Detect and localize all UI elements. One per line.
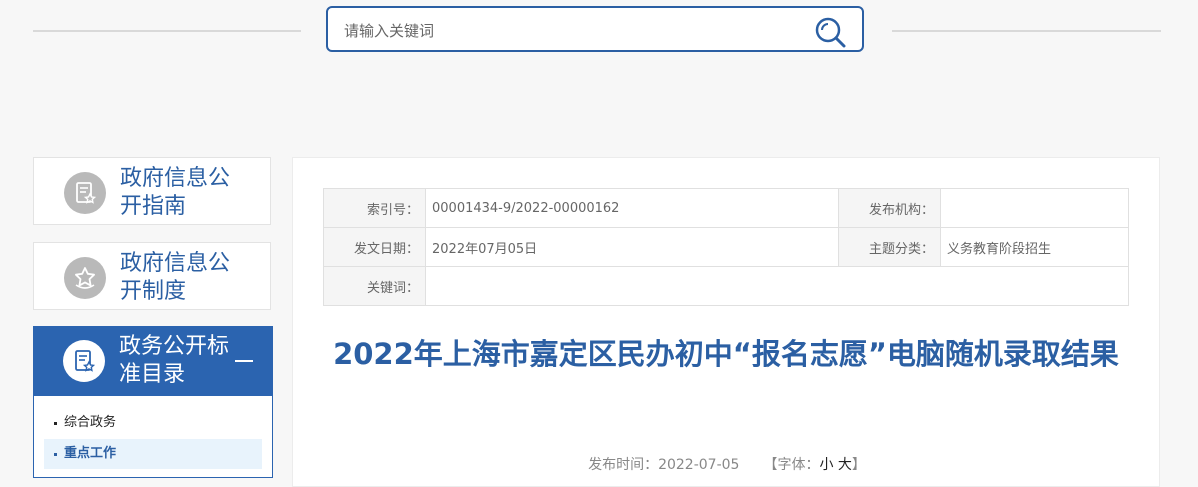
sidebar-item-label: 政府信息公开指南 — [120, 166, 231, 219]
search-box — [326, 6, 864, 52]
font-small-button[interactable]: 小 — [819, 457, 833, 473]
collapse-icon[interactable] — [235, 360, 253, 362]
font-size-label-close: 】 — [851, 457, 866, 473]
sidebar-item-label: 政务公开标准目录 — [119, 334, 230, 387]
document-star-icon — [63, 340, 105, 382]
submenu-item-general[interactable]: 综合政务 — [44, 408, 262, 438]
sidebar-submenu: 综合政务 重点工作 — [33, 396, 273, 478]
document-star-icon — [64, 172, 106, 214]
font-size-label-open: 【字体： — [763, 457, 820, 473]
metadata-table: 索引号： 00001434-9/2022-00000162 发布机构： 发文日期… — [323, 188, 1129, 306]
date-label: 发文日期： — [323, 227, 426, 267]
index-value: 00001434-9/2022-00000162 — [425, 188, 839, 228]
topic-value: 义务教育阶段招生 — [940, 227, 1129, 267]
search-input[interactable] — [342, 16, 806, 46]
date-value: 2022年07月05日 — [425, 227, 839, 267]
star-badge-icon — [64, 257, 106, 299]
keyword-value — [425, 266, 1129, 306]
submenu-item-key-work[interactable]: 重点工作 — [44, 439, 262, 469]
font-large-button[interactable]: 大 — [838, 457, 852, 473]
publish-time: 发布时间：2022-07-05 — [588, 457, 740, 473]
publisher-label: 发布机构： — [838, 188, 941, 228]
topic-label: 主题分类： — [838, 227, 941, 267]
index-label: 索引号： — [323, 188, 426, 228]
search-icon[interactable] — [814, 16, 846, 48]
publisher-value — [940, 188, 1129, 228]
header-divider-left — [33, 30, 301, 32]
keyword-label: 关键词： — [323, 266, 426, 306]
sidebar-item-standard-catalog[interactable]: 政务公开标准目录 — [33, 326, 273, 396]
publish-info: 发布时间：2022-07-05 【字体：小 大】 — [293, 454, 1161, 474]
sidebar-item-guide[interactable]: 政府信息公开指南 — [33, 157, 271, 225]
sidebar-item-regulations[interactable]: 政府信息公开制度 — [33, 242, 271, 310]
article-panel: 索引号： 00001434-9/2022-00000162 发布机构： 发文日期… — [292, 157, 1160, 487]
article-title: 2022年上海市嘉定区民办初中“报名志愿”电脑随机录取结果 — [333, 337, 1119, 371]
header-divider-right — [892, 30, 1161, 32]
sidebar-item-label: 政府信息公开制度 — [120, 251, 231, 304]
